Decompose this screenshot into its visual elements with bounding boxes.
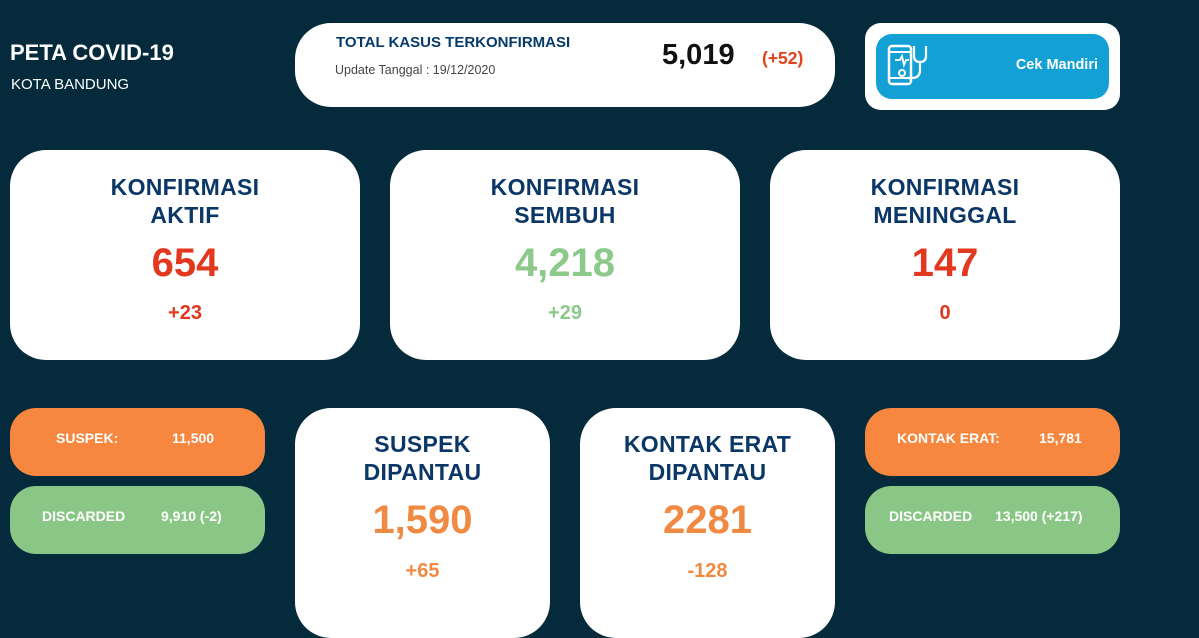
card-konfirmasi-sembuh: KONFIRMASI SEMBUH 4,218 +29	[390, 150, 740, 360]
card-title-line1: KONFIRMASI	[870, 174, 1020, 200]
page-title: PETA COVID-19	[10, 40, 174, 65]
kontak-erat-label: KONTAK ERAT:	[897, 430, 1000, 446]
discarded-label: DISCARDED	[42, 508, 126, 524]
card-title-line1: KONTAK ERAT	[623, 431, 792, 457]
card-konfirmasi-meninggal: KONFIRMASI MENINGGAL 147 0	[770, 150, 1120, 360]
discarded-kontak-pill: DISCARDED 13,500 (+217)	[865, 486, 1120, 554]
kontak-erat-pill: KONTAK ERAT: 15,781	[865, 408, 1120, 476]
cek-mandiri-label: Cek Mandiri	[1015, 57, 1098, 73]
card-value: 4,218	[514, 241, 616, 285]
card-title-line1: SUSPEK	[374, 431, 471, 457]
card-delta: 0	[939, 302, 951, 324]
card-title-line2: DIPANTAU	[363, 459, 482, 485]
card-suspek-dipantau: SUSPEK DIPANTAU 1,590 +65	[295, 408, 550, 638]
discarded-value: 9,910 (-2)	[161, 508, 222, 524]
card-title-line2: MENINGGAL	[873, 202, 1017, 228]
suspek-label: SUSPEK:	[56, 430, 119, 446]
phone-stethoscope-icon	[887, 44, 928, 86]
card-title-line2: SEMBUH	[514, 202, 616, 228]
update-date: Update Tanggal : 19/12/2020	[335, 63, 496, 77]
total-cases-label: TOTAL KASUS TERKONFIRMASI	[336, 34, 571, 51]
page-subtitle: KOTA BANDUNG	[11, 76, 130, 93]
card-delta: +65	[405, 560, 440, 582]
card-value: 147	[911, 241, 979, 285]
discarded-suspek-pill: DISCARDED 9,910 (-2)	[10, 486, 265, 554]
card-title-line2: DIPANTAU	[648, 459, 767, 485]
card-title-line1: KONFIRMASI	[110, 174, 260, 200]
card-title-line2: AKTIF	[150, 202, 220, 228]
card-konfirmasi-aktif: KONFIRMASI AKTIF 654 +23	[10, 150, 360, 360]
discarded-label: DISCARDED	[889, 508, 973, 524]
suspek-pill: SUSPEK: 11,500	[10, 408, 265, 476]
card-delta: +29	[548, 302, 582, 324]
suspek-value: 11,500	[172, 430, 215, 446]
card-value: 2281	[663, 498, 752, 542]
card-title-line1: KONFIRMASI	[490, 174, 640, 200]
cek-mandiri-card: Cek Mandiri	[865, 23, 1120, 110]
cek-mandiri-button[interactable]: Cek Mandiri	[876, 34, 1109, 99]
card-kontak-erat-dipantau: KONTAK ERAT DIPANTAU 2281 -128	[580, 408, 835, 638]
card-delta: +23	[168, 302, 202, 324]
discarded-value: 13,500 (+217)	[995, 508, 1083, 524]
card-value: 654	[151, 241, 219, 285]
kontak-erat-value: 15,781	[1039, 430, 1082, 446]
total-cases-value: 5,019	[662, 39, 735, 71]
card-delta: -128	[687, 560, 728, 582]
total-cases-card: TOTAL KASUS TERKONFIRMASI Update Tanggal…	[295, 23, 835, 107]
card-value: 1,590	[372, 498, 473, 542]
total-cases-delta: (+52)	[762, 48, 804, 68]
